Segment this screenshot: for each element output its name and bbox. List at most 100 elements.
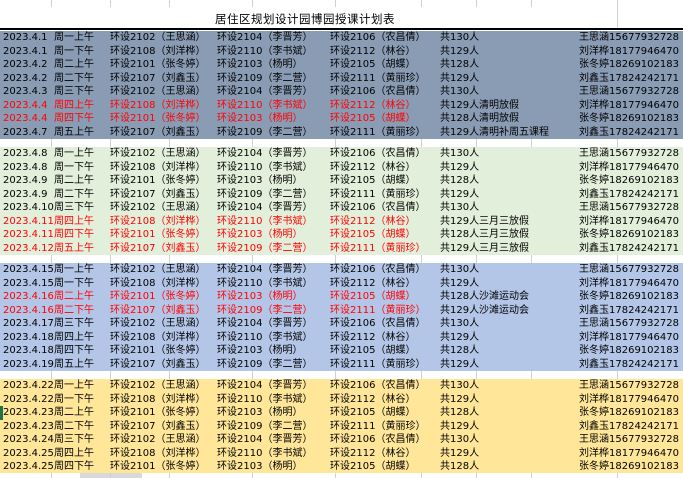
cell-session[interactable]: 周四上午 bbox=[52, 99, 108, 113]
cell-class3[interactable]: 环设2112（林谷） bbox=[330, 277, 440, 291]
cell-note[interactable]: 清明补周五课程 bbox=[478, 126, 578, 140]
cell-phone[interactable]: 刘洋桦18177946470 bbox=[578, 99, 683, 113]
cell-class3[interactable]: 环设2111（黄丽珍） bbox=[330, 242, 440, 256]
cell-note[interactable] bbox=[478, 317, 578, 331]
cell-class3[interactable]: 环设2106（农昌倩） bbox=[330, 31, 440, 45]
cell-class1[interactable]: 环设2108（刘洋桦） bbox=[108, 331, 217, 345]
cell-class1[interactable]: 环设2101（张冬婷） bbox=[108, 174, 217, 188]
cell-phone[interactable]: 张冬婷18269102183 bbox=[578, 406, 683, 420]
cell-class1[interactable]: 环设2101（张冬婷） bbox=[108, 290, 217, 304]
cell-class1[interactable]: 环设2102（王思涵） bbox=[108, 433, 217, 447]
cell-class3[interactable]: 环设2112（林谷） bbox=[330, 99, 440, 113]
cell-class1[interactable]: 环设2108（刘洋桦） bbox=[108, 393, 217, 407]
cell-class2[interactable]: 环设2103（杨明） bbox=[217, 290, 330, 304]
cell-note[interactable]: 三月三放假 bbox=[478, 215, 578, 229]
cell-class3[interactable]: 环设2112（林谷） bbox=[330, 447, 440, 461]
cell-class1[interactable]: 环设2107（刘鑫玉） bbox=[108, 126, 217, 140]
cell-note[interactable] bbox=[478, 406, 578, 420]
cell-note[interactable] bbox=[478, 263, 578, 277]
cell-count[interactable]: 共129人 bbox=[440, 358, 478, 372]
cell-count[interactable]: 共128人 bbox=[440, 174, 478, 188]
cell-class2[interactable]: 环设2109（李二营） bbox=[217, 420, 330, 434]
cell-date[interactable]: 2023.4.25 bbox=[0, 447, 52, 461]
cell-class3[interactable]: 环设2105（胡蝶） bbox=[330, 112, 440, 126]
cell-session[interactable]: 周一下午 bbox=[52, 393, 108, 407]
cell-date[interactable]: 2023.4.9 bbox=[0, 174, 52, 188]
cell-class1[interactable]: 环设2108（刘洋桦） bbox=[108, 99, 217, 113]
cell-class1[interactable]: 环设2108（刘洋桦） bbox=[108, 277, 217, 291]
cell-session[interactable]: 周五上午 bbox=[52, 358, 108, 372]
cell-class1[interactable]: 环设2102（王思涵） bbox=[108, 85, 217, 99]
cell-date[interactable]: 2023.4.1 bbox=[0, 31, 52, 45]
cell-class2[interactable]: 环设2110（李书斌） bbox=[217, 277, 330, 291]
cell-phone[interactable]: 刘洋桦18177946470 bbox=[578, 45, 683, 59]
cell-class2[interactable]: 环设2109（李二营） bbox=[217, 242, 330, 256]
cell-session[interactable]: 周一下午 bbox=[52, 161, 108, 175]
cell-class1[interactable]: 环设2107（刘鑫玉） bbox=[108, 72, 217, 86]
cell-note[interactable] bbox=[478, 379, 578, 393]
cell-count[interactable]: 共129人 bbox=[440, 331, 478, 345]
cell-class1[interactable]: 环设2108（刘洋桦） bbox=[108, 447, 217, 461]
cell-note[interactable] bbox=[478, 31, 578, 45]
cell-class3[interactable]: 环设2105（胡蝶） bbox=[330, 460, 440, 474]
cell-note[interactable]: 三月三放假 bbox=[478, 228, 578, 242]
cell-note[interactable] bbox=[478, 72, 578, 86]
cell-class2[interactable]: 环设2104（李晋芳） bbox=[217, 379, 330, 393]
cell-note[interactable] bbox=[478, 188, 578, 202]
cell-session[interactable]: 周一上午 bbox=[52, 379, 108, 393]
cell-phone[interactable]: 刘洋桦18177946470 bbox=[578, 277, 683, 291]
cell-date[interactable]: 2023.4.10 bbox=[0, 201, 52, 215]
cell-class3[interactable]: 环设2111（黄丽珍） bbox=[330, 188, 440, 202]
cell-note[interactable] bbox=[478, 344, 578, 358]
cell-class2[interactable]: 环设2103（杨明） bbox=[217, 58, 330, 72]
cell-date[interactable]: 2023.4.3 bbox=[0, 85, 52, 99]
cell-class3[interactable]: 环设2106（农昌倩） bbox=[330, 201, 440, 215]
cell-class1[interactable]: 环设2102（王思涵） bbox=[108, 379, 217, 393]
cell-phone[interactable]: 刘鑫玉17824242171 bbox=[578, 420, 683, 434]
cell-count[interactable]: 共129人 bbox=[440, 420, 478, 434]
cell-class3[interactable]: 环设2106（农昌倩） bbox=[330, 85, 440, 99]
cell-class2[interactable]: 环设2110（李书斌） bbox=[217, 161, 330, 175]
cell-session[interactable]: 周四下午 bbox=[52, 460, 108, 474]
cell-phone[interactable]: 张冬婷18269102183 bbox=[578, 290, 683, 304]
cell-session[interactable]: 周四下午 bbox=[52, 344, 108, 358]
cell-session[interactable]: 周一上午 bbox=[52, 31, 108, 45]
cell-note[interactable]: 沙滩运动会 bbox=[478, 290, 578, 304]
cell-class3[interactable]: 环设2111（黄丽珍） bbox=[330, 126, 440, 140]
cell-class2[interactable]: 环设2109（李二营） bbox=[217, 304, 330, 318]
cell-session[interactable]: 周二下午 bbox=[52, 188, 108, 202]
cell-class1[interactable]: 环设2101（张冬婷） bbox=[108, 112, 217, 126]
cell-session[interactable]: 周四上午 bbox=[52, 331, 108, 345]
cell-note[interactable] bbox=[478, 147, 578, 161]
cell-count[interactable]: 共129人 bbox=[440, 99, 478, 113]
cell-count[interactable]: 共128人 bbox=[440, 460, 478, 474]
cell-date[interactable]: 2023.4.1 bbox=[0, 45, 52, 59]
cell-phone[interactable]: 张冬婷18269102183 bbox=[578, 344, 683, 358]
cell-count[interactable]: 共129人 bbox=[440, 242, 478, 256]
cell-date[interactable]: 2023.4.22 bbox=[0, 393, 52, 407]
cell-phone[interactable]: 张冬婷18269102183 bbox=[578, 174, 683, 188]
cell-class3[interactable]: 环设2112（林谷） bbox=[330, 161, 440, 175]
cell-date[interactable]: 2023.4.2 bbox=[0, 72, 52, 86]
cell-class2[interactable]: 环设2109（李二营） bbox=[217, 126, 330, 140]
cell-count[interactable]: 共128人 bbox=[440, 290, 478, 304]
cell-phone[interactable]: 王思涵15677932728 bbox=[578, 85, 683, 99]
cell-class1[interactable]: 环设2108（刘洋桦） bbox=[108, 215, 217, 229]
cell-class3[interactable]: 环设2112（林谷） bbox=[330, 45, 440, 59]
cell-date[interactable]: 2023.4.8 bbox=[0, 147, 52, 161]
cell-class1[interactable]: 环设2101（张冬婷） bbox=[108, 228, 217, 242]
cell-date[interactable]: 2023.4.11 bbox=[0, 215, 52, 229]
cell-class2[interactable]: 环设2103（杨明） bbox=[217, 112, 330, 126]
cell-session[interactable]: 周一下午 bbox=[52, 277, 108, 291]
cell-date[interactable]: 2023.4.24 bbox=[0, 433, 52, 447]
cell-class1[interactable]: 环设2101（张冬婷） bbox=[108, 344, 217, 358]
cell-class3[interactable]: 环设2105（胡蝶） bbox=[330, 228, 440, 242]
cell-session[interactable]: 周一上午 bbox=[52, 147, 108, 161]
cell-session[interactable]: 周一下午 bbox=[52, 45, 108, 59]
cell-class2[interactable]: 环设2110（李书斌） bbox=[217, 447, 330, 461]
cell-date[interactable]: 2023.4.9 bbox=[0, 188, 52, 202]
cell-date[interactable]: 2023.4.2 bbox=[0, 58, 52, 72]
cell-class2[interactable]: 环设2110（李书斌） bbox=[217, 393, 330, 407]
cell-class2[interactable]: 环设2109（李二营） bbox=[217, 188, 330, 202]
cell-session[interactable]: 周三下午 bbox=[52, 85, 108, 99]
